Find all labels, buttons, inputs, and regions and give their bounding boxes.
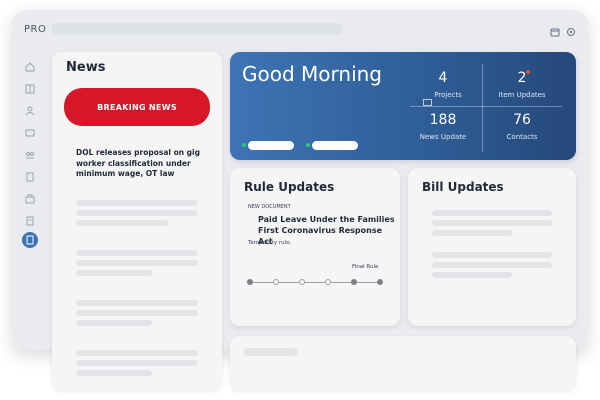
placeholder-bar [76,360,198,366]
news-update-label[interactable]: News Update [403,133,483,141]
doc-subtitle: Temporary rule. [248,240,292,246]
placeholder-bar [432,262,552,268]
placeholder-bar [76,350,198,356]
placeholder-bar [432,252,552,258]
placeholder-bar [432,210,552,216]
placeholder-bar [432,220,552,226]
placeholder-bar [76,220,168,226]
banner-action-pill[interactable] [312,141,358,150]
progress-step [325,279,331,285]
projects-count: 4 [438,70,448,86]
placeholder-bar [76,200,198,206]
document-icon[interactable] [24,212,36,226]
group-icon[interactable] [24,146,36,159]
status-dot [306,143,310,147]
top-bar: PRO [12,10,588,48]
placeholder-bar [76,370,152,376]
placeholder-bar [76,210,198,216]
progress-step [273,279,279,285]
calendar-icon[interactable] [550,22,560,37]
greeting-banner: Good Morning 4 Projects 2 Item Updates 1… [230,52,576,160]
card-icon[interactable] [24,124,36,137]
contacts-label[interactable]: Contacts [482,133,562,141]
doc-type-label: NEW DOCUMENT [248,204,291,210]
news-title: News [66,60,106,75]
placeholder-bar [432,230,512,236]
home-icon[interactable] [24,58,36,72]
folder-icon [423,91,432,106]
contacts-count: 76 [513,112,531,128]
rule-updates-card: Rule Updates NEW DOCUMENT Paid Leave Und… [230,168,400,326]
search-input[interactable] [52,23,342,35]
progress-step [377,279,383,285]
people-icon[interactable] [24,102,36,116]
bill-updates-title: Bill Updates [422,180,504,194]
placeholder-bar [244,348,298,356]
briefcase-icon[interactable] [24,190,36,204]
divider [410,106,562,107]
projects-label[interactable]: Projects [408,91,488,99]
banner-action-pill[interactable] [248,141,294,150]
bill-updates-card: Bill Updates [408,168,576,326]
placeholder-bar [76,310,198,316]
item-updates-count: 2 [517,70,527,86]
grid-icon[interactable] [24,80,36,94]
placeholder-bar [76,300,198,306]
status-dot [242,143,246,147]
bottom-card [230,336,576,390]
building-icon[interactable] [24,168,36,182]
progress-step [247,279,253,285]
breaking-news-button[interactable]: BREAKING NEWS [64,88,210,126]
news-card: News BREAKING NEWS DOL releases proposal… [52,52,222,390]
progress-step [351,279,357,285]
placeholder-bar [76,270,152,276]
news-headline[interactable]: DOL releases proposal on gig worker clas… [76,148,200,180]
item-updates-label[interactable]: Item Updates [482,91,562,99]
progress-step [299,279,305,285]
stage-label: Final Rule [352,264,379,270]
news-icon[interactable] [22,232,38,248]
placeholder-bar [432,272,512,278]
gear-icon[interactable] [566,22,576,36]
top-icons [550,22,576,37]
notification-badge [526,70,530,74]
rule-updates-title: Rule Updates [244,180,335,194]
progress-track [250,282,380,283]
greeting-text: Good Morning [242,62,382,86]
app-logo: PRO [24,24,47,35]
placeholder-bar [76,250,198,256]
news-update-count: 188 [429,112,457,128]
placeholder-bar [76,260,198,266]
placeholder-bar [76,320,152,326]
